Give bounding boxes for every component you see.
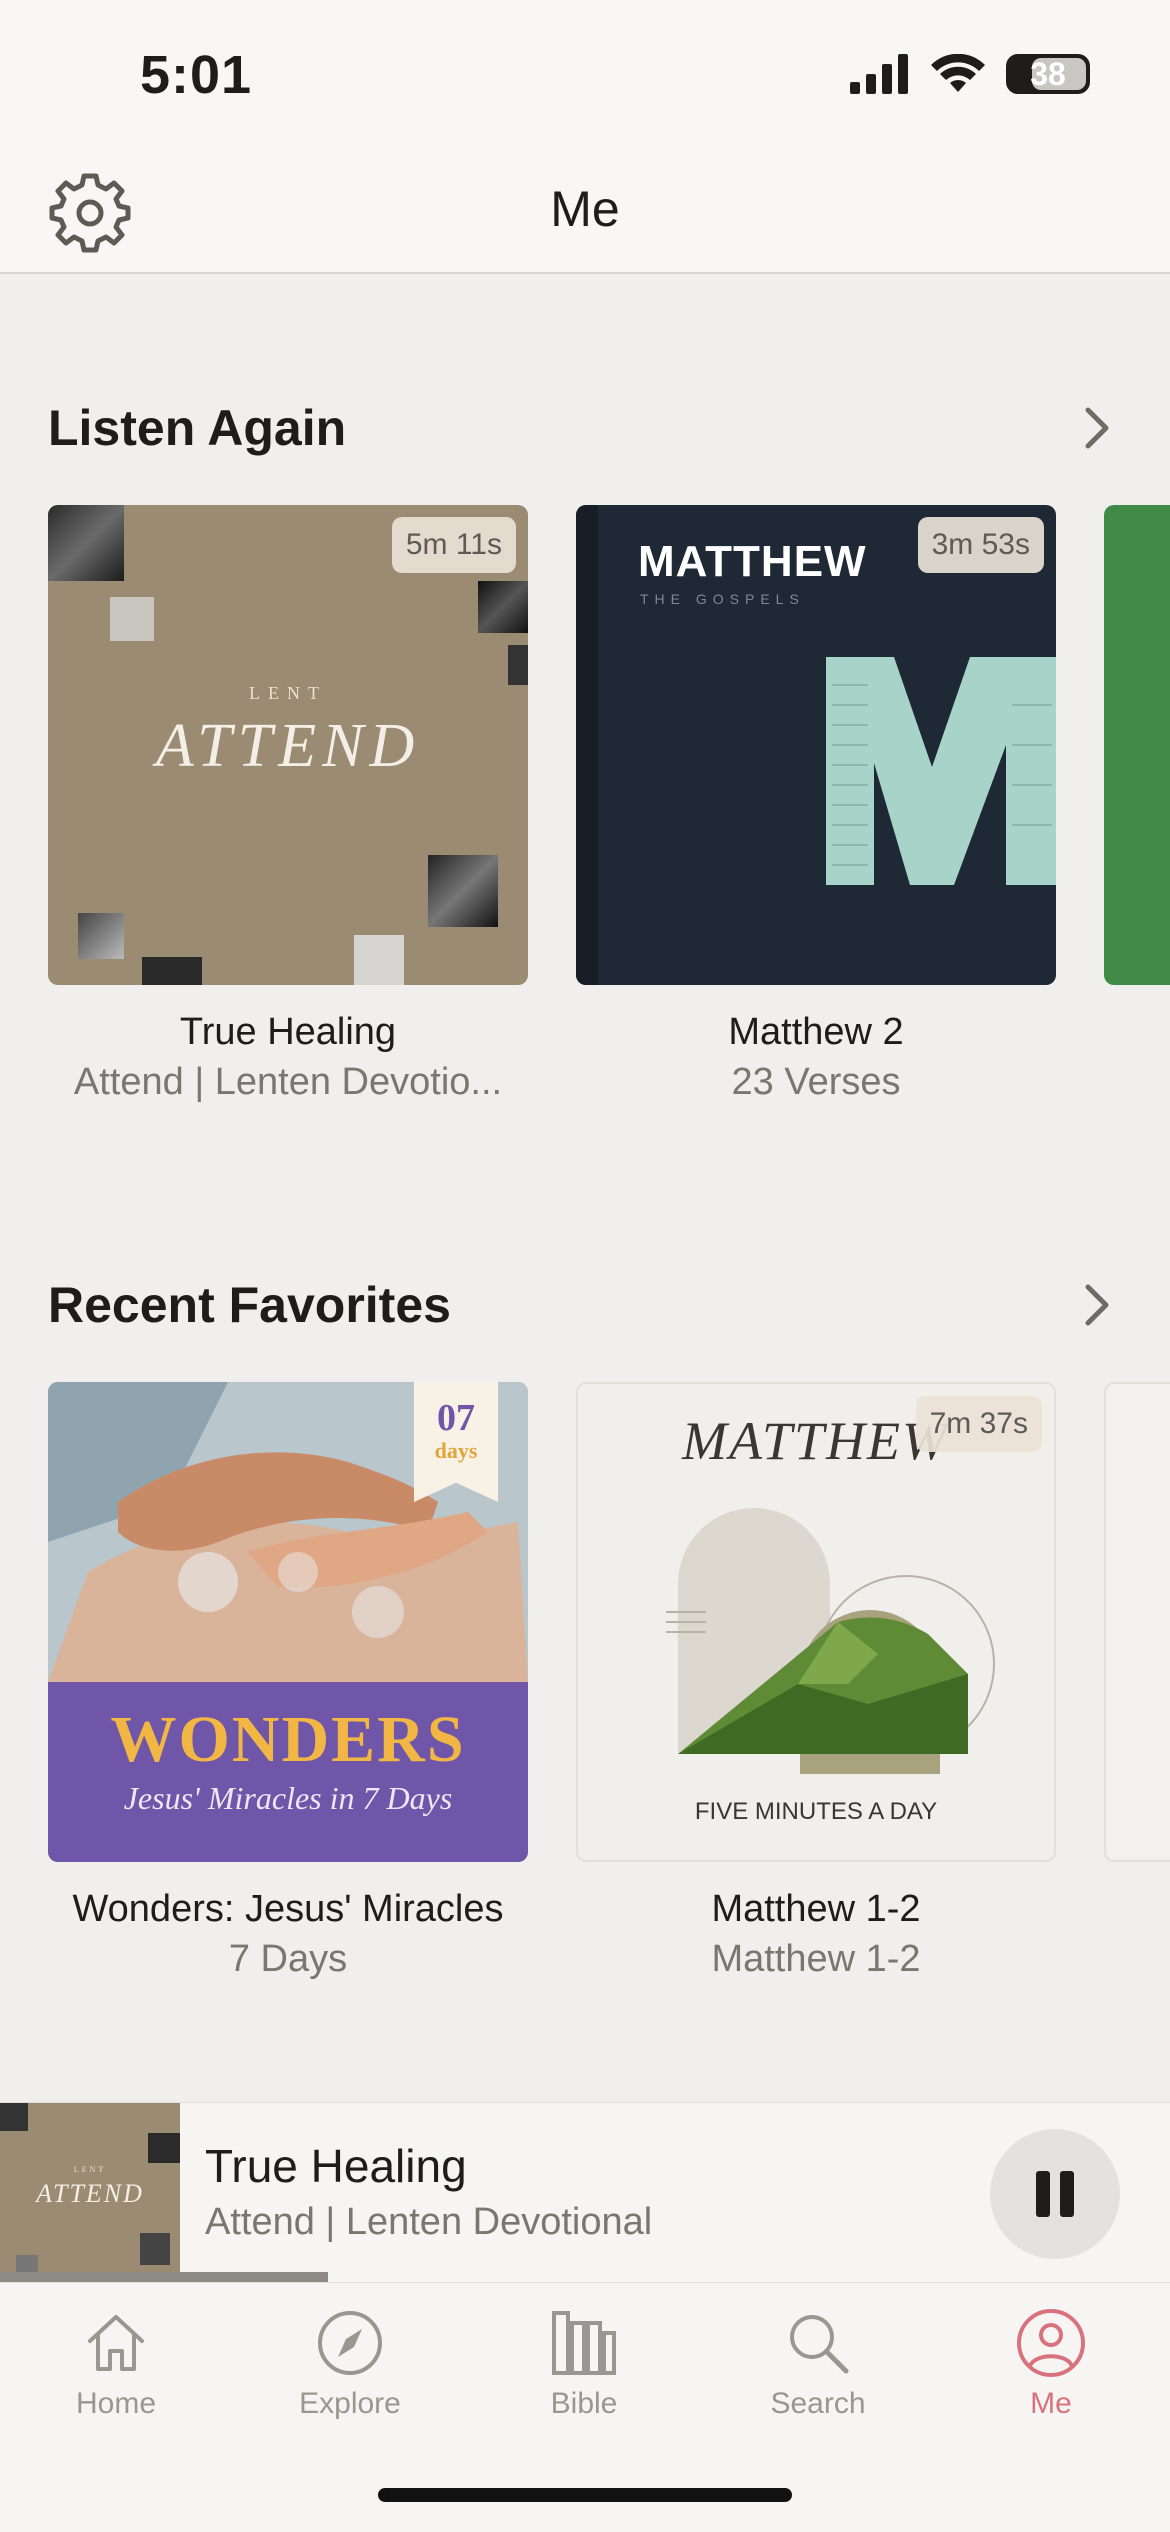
listen-again-card-partial[interactable] <box>1104 505 1170 985</box>
pause-icon <box>1036 2171 1074 2217</box>
art-tile <box>354 935 404 985</box>
tab-home[interactable]: Home <box>16 2297 216 2447</box>
wifi-icon <box>931 54 985 92</box>
art-title: ATTEND <box>155 712 421 780</box>
pause-button[interactable] <box>990 2129 1120 2259</box>
card-subtitle: Attend | Lenten Devotio... <box>73 1061 503 1103</box>
card-title: True Healing <box>179 1011 397 1053</box>
recent-favorites-title: Recent Favorites <box>48 1277 451 1333</box>
playback-progress-fill <box>0 2272 328 2282</box>
card-title: Matthew 2 <box>728 1011 904 1053</box>
tab-label: Bible <box>550 2387 618 2420</box>
card-artwork: LENT ATTEND 5m 11s <box>48 505 528 985</box>
tab-bible[interactable]: Bible <box>484 2297 684 2447</box>
art-letter-m <box>826 657 1056 885</box>
tab-search[interactable]: Search <box>718 2297 918 2447</box>
status-icons: 38 <box>850 54 1090 94</box>
tab-label: Me <box>1030 2387 1072 2420</box>
chevron-right-icon[interactable] <box>1070 1279 1122 1331</box>
card-artwork <box>1104 1382 1170 1862</box>
home-icon <box>88 2315 144 2371</box>
favorite-card[interactable]: MATTHEW FIVE MINUTES A DAY 7m 37s Matthe… <box>576 1382 1056 1984</box>
card-title: Matthew 1-2 <box>711 1888 921 1930</box>
status-bar: 5:01 38 <box>0 0 1170 150</box>
home-indicator <box>378 2488 792 2502</box>
tab-me[interactable]: Me <box>951 2297 1151 2447</box>
recent-favorites-carousel[interactable]: 07 days WONDERS Jesus' Miracles in 7 Day… <box>48 1382 1170 2002</box>
page-title: Me <box>550 181 620 237</box>
days-number: 07 <box>437 1397 475 1439</box>
listen-again-card[interactable]: MATTHEW THE GOSPELS 3m 53s Matthew 2 23 … <box>576 505 1056 1107</box>
recent-favorites-header[interactable]: Recent Favorites <box>48 1265 1122 1345</box>
art-tile <box>142 957 202 985</box>
art-tile <box>148 2133 180 2163</box>
duration-badge: 5m 11s <box>391 517 516 573</box>
search-icon <box>790 2315 849 2374</box>
art-banner: WONDERS Jesus' Miracles in 7 Days <box>48 1682 528 1862</box>
tab-label: Explore <box>299 2387 401 2420</box>
art-tile <box>48 505 124 581</box>
mini-player[interactable]: LENT ATTEND True Healing Attend | Lenten… <box>0 2102 1170 2283</box>
listen-again-title: Listen Again <box>48 400 347 456</box>
battery-level: 38 <box>1030 55 1066 92</box>
tab-label: Home <box>75 2387 157 2420</box>
favorite-card[interactable]: 07 days WONDERS Jesus' Miracles in 7 Day… <box>48 1382 528 1984</box>
listen-again-header[interactable]: Listen Again <box>48 388 1122 468</box>
person-icon <box>1017 2309 1085 2377</box>
days-label: days <box>434 1438 478 1463</box>
battery-icon: 38 <box>1006 54 1090 94</box>
bible-icon <box>552 2311 616 2375</box>
card-artwork <box>1104 505 1170 985</box>
card-artwork: 07 days WONDERS Jesus' Miracles in 7 Day… <box>48 1382 528 1862</box>
tab-explore[interactable]: Explore <box>250 2297 450 2447</box>
favorite-card-partial[interactable] <box>1104 1382 1170 1862</box>
art-tile <box>508 645 528 685</box>
listen-again-carousel[interactable]: LENT ATTEND 5m 11s True Healing Attend |… <box>48 505 1170 1125</box>
card-artwork: MATTHEW FIVE MINUTES A DAY 7m 37s <box>576 1382 1056 1862</box>
duration-badge: 3m 53s <box>917 517 1044 573</box>
mini-player-title: True Healing <box>205 2140 467 2192</box>
card-subtitle: Matthew 1-2 <box>711 1938 921 1980</box>
card-subtitle: 23 Verses <box>731 1061 901 1103</box>
compass-icon <box>318 2311 382 2375</box>
duration-badge: 7m 37s <box>915 1396 1042 1452</box>
art-tile <box>78 913 124 959</box>
mini-player-subtitle: Attend | Lenten Devotional <box>205 2201 653 2243</box>
art-tile <box>140 2233 170 2265</box>
art-kicker: LENT <box>73 2165 107 2174</box>
card-title: Wonders: Jesus' Miracles <box>72 1888 504 1930</box>
chevron-right-icon[interactable] <box>1070 402 1122 454</box>
card-artwork: MATTHEW THE GOSPELS 3m 53s <box>576 505 1056 985</box>
art-tile <box>478 581 528 633</box>
art-tagline: Jesus' Miracles in 7 Days <box>123 1780 453 1816</box>
tab-label: Search <box>770 2387 866 2420</box>
art-kicker: LENT <box>249 683 327 703</box>
art-mountain-illustration <box>666 1508 995 1774</box>
art-tile <box>428 855 498 927</box>
signal-icon <box>850 54 908 94</box>
art-title: WONDERS <box>110 1703 466 1776</box>
playback-progress[interactable] <box>0 2272 1170 2282</box>
art-caption: FIVE MINUTES A DAY <box>694 1798 938 1825</box>
status-time: 5:01 <box>140 45 253 105</box>
art-title: ATTEND <box>36 2179 144 2208</box>
card-subtitle: 7 Days <box>228 1938 348 1980</box>
listen-again-card[interactable]: LENT ATTEND 5m 11s True Healing Attend |… <box>48 505 528 1107</box>
nav-header: Me <box>0 150 1170 274</box>
mini-player-artwork: LENT ATTEND <box>0 2103 180 2283</box>
art-tile <box>0 2103 28 2131</box>
art-tile <box>110 597 154 641</box>
